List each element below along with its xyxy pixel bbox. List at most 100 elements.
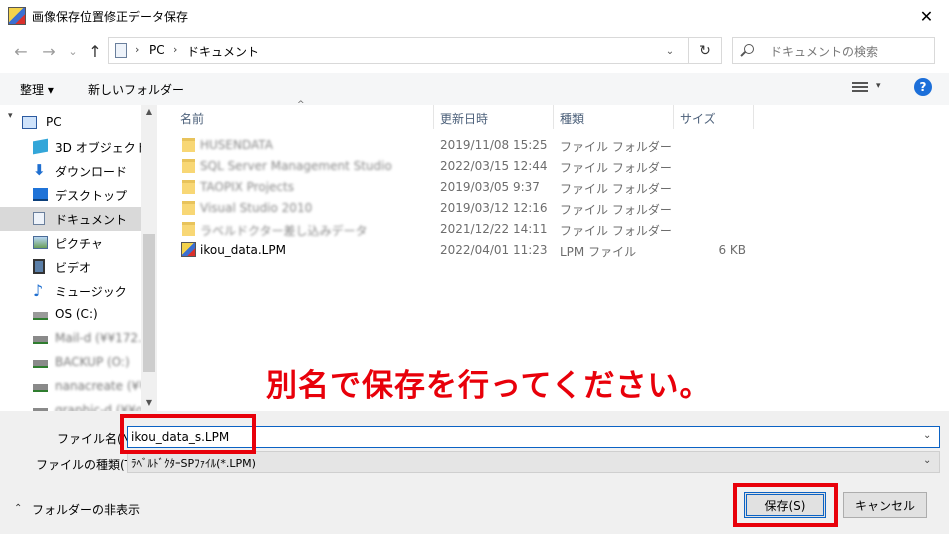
sidebar-item-label: PC: [46, 115, 62, 129]
file-date: 2021/12/22 14:11: [440, 222, 548, 236]
new-folder-button[interactable]: 新しいフォルダー: [88, 81, 184, 98]
view-dropdown-icon[interactable]: ▾: [876, 81, 881, 91]
download-icon: ⬇: [33, 161, 46, 179]
sidebar-item-desktop[interactable]: デスクトップ: [0, 183, 141, 207]
address-bar[interactable]: › PC › ドキュメント ⌄: [108, 37, 722, 64]
sidebar-item-network-drive[interactable]: nanacreate (¥¥o: [0, 375, 154, 399]
picture-icon: [33, 236, 48, 249]
address-dropdown-button[interactable]: ⌄: [661, 42, 679, 60]
sidebar-item-network-drive[interactable]: BACKUP (O:): [0, 351, 141, 375]
file-name: TAOPIX Projects: [200, 180, 294, 194]
sidebar-item-label: デスクトップ: [55, 189, 128, 203]
network-drive-icon: [33, 336, 48, 344]
folder-icon: [182, 138, 195, 152]
sidebar-item-os-drive[interactable]: OS (C:): [0, 303, 141, 327]
file-name: ikou_data.LPM: [200, 243, 286, 257]
desktop-icon: [33, 188, 48, 201]
collapse-caret-icon[interactable]: ⌃: [14, 503, 22, 514]
breadcrumb-separator: ›: [173, 43, 178, 56]
up-button[interactable]: ↑: [84, 40, 106, 62]
file-type: ファイル フォルダー: [560, 140, 672, 154]
back-button[interactable]: ←: [10, 40, 32, 62]
file-type: ファイル フォルダー: [560, 224, 672, 238]
sidebar-item-label: OS (C:): [55, 307, 98, 321]
sidebar-item-pictures[interactable]: ピクチャ: [0, 231, 141, 255]
document-icon: [115, 43, 127, 58]
file-row[interactable]: Visual Studio 2010 2019/03/12 12:16 ファイル…: [178, 198, 738, 219]
file-type: ファイル フォルダー: [560, 203, 672, 217]
folder-icon: [182, 180, 195, 194]
view-options-icon[interactable]: [852, 82, 868, 94]
network-drive-icon: [33, 384, 48, 392]
breadcrumb-documents[interactable]: ドキュメント: [187, 43, 259, 60]
close-button[interactable]: ✕: [904, 0, 949, 32]
file-date: 2019/11/08 15:25: [440, 138, 548, 152]
computer-icon: [22, 116, 37, 129]
file-row[interactable]: ikou_data.LPM 2022/04/01 11:23 LPM ファイル …: [178, 240, 746, 261]
music-icon: ♪: [33, 281, 44, 300]
sidebar-item-network-drive[interactable]: Mail-d (¥¥172.16: [0, 327, 157, 351]
app-icon: [8, 7, 26, 25]
refresh-button[interactable]: ↻: [688, 37, 722, 64]
sort-ascending-icon: ^: [297, 100, 305, 110]
scroll-up-icon[interactable]: ▲: [141, 107, 157, 116]
search-icon: [744, 44, 754, 54]
sidebar-item-music[interactable]: ♪ ミュージック: [0, 279, 141, 303]
file-row[interactable]: ラベルドクター差し込みデータ 2021/12/22 14:11 ファイル フォル…: [178, 219, 738, 240]
organize-button[interactable]: 整理 ▾: [20, 81, 54, 98]
save-highlight-box: [733, 483, 838, 527]
sidebar-item-documents[interactable]: ドキュメント: [0, 207, 141, 231]
forward-button[interactable]: →: [38, 40, 60, 62]
column-divider[interactable]: [553, 105, 554, 129]
column-divider[interactable]: [673, 105, 674, 129]
file-name: Visual Studio 2010: [200, 201, 313, 215]
filename-dropdown-icon[interactable]: ⌄: [923, 430, 931, 441]
column-header-size[interactable]: サイズ: [680, 110, 716, 127]
filetype-select[interactable]: ﾗﾍﾞﾙﾄﾞｸﾀｰSPﾌｧｲﾙ(*.LPM) ⌄: [127, 451, 940, 473]
filetype-dropdown-icon[interactable]: ⌄: [923, 455, 931, 466]
file-type: ファイル フォルダー: [560, 182, 672, 196]
sidebar-item-downloads[interactable]: ⬇ ダウンロード: [0, 159, 141, 183]
file-size: 6 KB: [718, 243, 746, 257]
file-row[interactable]: TAOPIX Projects 2019/03/05 9:37 ファイル フォル…: [178, 177, 738, 198]
file-name: HUSENDATA: [200, 138, 273, 152]
filetype-label: ファイルの種類(T):: [36, 458, 141, 472]
sidebar-item-label: BACKUP (O:): [55, 355, 130, 369]
column-header-name[interactable]: 名前: [180, 110, 204, 127]
scroll-down-icon[interactable]: ▼: [141, 398, 157, 407]
video-icon: [33, 259, 45, 274]
file-date: 2019/03/05 9:37: [440, 180, 540, 194]
sidebar-item-label: ピクチャ: [55, 237, 103, 251]
network-drive-icon: [33, 360, 48, 368]
column-header-type[interactable]: 種類: [560, 110, 584, 127]
sidebar-item-3d-objects[interactable]: 3D オブジェクト: [0, 135, 148, 159]
filetype-value: ﾗﾍﾞﾙﾄﾞｸﾀｰSPﾌｧｲﾙ(*.LPM): [131, 457, 256, 470]
sidebar-scrollbar-thumb[interactable]: [143, 234, 155, 372]
sidebar-item-pc[interactable]: PC: [0, 111, 141, 135]
column-header-date[interactable]: 更新日時: [440, 110, 488, 127]
sidebar-item-videos[interactable]: ビデオ: [0, 255, 141, 279]
file-row[interactable]: SQL Server Management Studio 2022/03/15 …: [178, 156, 738, 177]
breadcrumb-pc[interactable]: PC: [149, 43, 165, 57]
hide-folders-button[interactable]: フォルダーの非表示: [32, 501, 140, 518]
search-box[interactable]: ドキュメントの検索: [732, 37, 935, 64]
cancel-button[interactable]: キャンセル: [843, 492, 927, 518]
sidebar-item-network-drive[interactable]: graphic-d (¥¥o: [0, 399, 144, 411]
column-divider[interactable]: [433, 105, 434, 129]
sidebar-item-label: ドキュメント: [55, 213, 128, 227]
drive-icon: [33, 312, 48, 320]
file-row[interactable]: HUSENDATA 2019/11/08 15:25 ファイル フォルダー: [178, 135, 738, 156]
help-icon[interactable]: ?: [914, 78, 932, 96]
breadcrumb-separator: ›: [135, 43, 140, 56]
expand-caret-icon[interactable]: ▾: [8, 111, 13, 121]
sidebar-item-label: graphic-d (¥¥o: [55, 403, 144, 411]
file-name: SQL Server Management Studio: [200, 159, 392, 173]
file-date: 2019/03/12 12:16: [440, 201, 548, 215]
file-date: 2022/03/15 12:44: [440, 159, 548, 173]
instruction-text: 別名で保存を行ってください。: [266, 368, 712, 404]
file-date: 2022/04/01 11:23: [440, 243, 548, 257]
navigation-pane: PC 3D オブジェクト ⬇ ダウンロード デスクトップ ドキュメント ピクチャ…: [0, 105, 157, 411]
recent-locations-button[interactable]: ⌄: [62, 40, 84, 62]
column-divider[interactable]: [753, 105, 754, 129]
file-type: ファイル フォルダー: [560, 161, 672, 175]
